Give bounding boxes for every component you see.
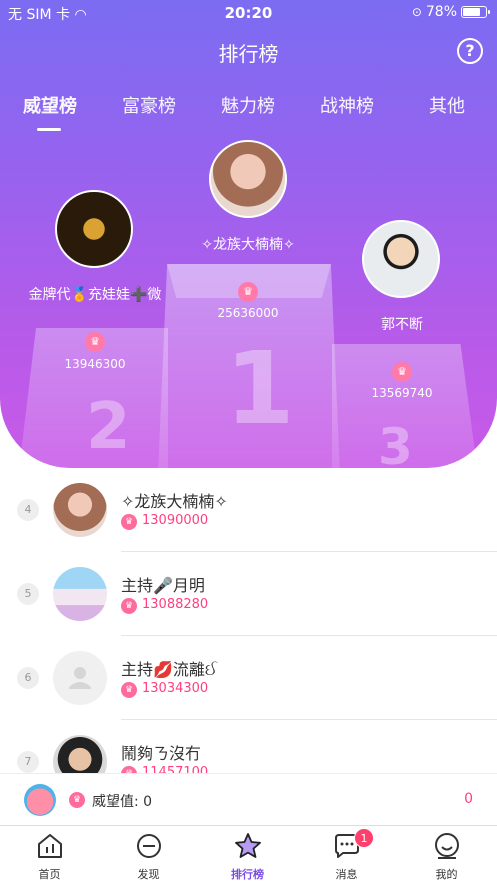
profile-icon — [435, 833, 459, 859]
crown-icon: ♛ — [69, 792, 85, 808]
tab-prestige[interactable]: 威望榜 — [0, 92, 100, 118]
avatar-first[interactable] — [209, 140, 287, 218]
tab-messages[interactable]: 消息 — [297, 826, 396, 883]
rank-number: 6 — [17, 667, 39, 689]
list-item[interactable]: 4 ✧龙族大楠楠✧ ♛ 13090000 — [0, 468, 497, 552]
my-rank: 0 — [464, 791, 473, 807]
user-placeholder-icon — [69, 667, 91, 689]
second-name: 金牌代🏅充娃娃➕微 — [28, 287, 162, 303]
first-score: 25636000 — [217, 306, 279, 320]
third-name: 郭不断 — [381, 317, 423, 333]
avatar-third[interactable] — [362, 220, 440, 298]
tab-home[interactable]: 首页 — [0, 826, 99, 883]
crown-icon: ♛ — [121, 514, 137, 530]
message-badge: 1 — [354, 828, 374, 848]
tab-wealth[interactable]: 富豪榜 — [99, 92, 199, 118]
question-icon[interactable]: ? — [457, 38, 483, 64]
user-name: 鬧夠ㄋ沒冇 — [121, 744, 202, 763]
tab-warrior[interactable]: 战神榜 — [297, 92, 397, 118]
battery-area: ⊙ 78% — [411, 4, 490, 20]
battery-percent: 78% — [425, 4, 457, 20]
status-bar: 无 SIM 卡 ◠ 20:20 ⊙ 78% — [0, 0, 497, 26]
my-ranking-bar: ♛ 威望值: 0 0 — [0, 773, 497, 825]
podium-number-3: 3 — [378, 418, 413, 468]
tab-ranking[interactable]: 排行榜 — [198, 826, 297, 883]
user-score: 13090000 — [142, 513, 209, 528]
rank-number: 5 — [17, 583, 39, 605]
tab-discover[interactable]: 发现 — [99, 826, 198, 883]
podium-number-1: 1 — [225, 330, 295, 447]
second-score: 13946300 — [64, 357, 126, 371]
tab-other[interactable]: 其他 — [397, 92, 497, 118]
avatar-placeholder[interactable] — [53, 651, 107, 705]
user-name: 主持💋流離ઈ — [121, 660, 218, 679]
my-prestige-value: 威望值: 0 — [92, 794, 153, 810]
ranking-tabs: 威望榜 富豪榜 魅力榜 战神榜 其他 — [0, 92, 497, 132]
list-item[interactable]: 5 主持🎤月明 ♛ 13088280 — [0, 552, 497, 636]
tab-me[interactable]: 我的 — [397, 826, 496, 883]
rotation-lock-icon: ⊙ — [411, 5, 422, 19]
rank-number: 7 — [17, 751, 39, 773]
rank-number: 4 — [17, 499, 39, 521]
crown-icon: ♛ — [238, 282, 258, 302]
ranking-list[interactable]: 4 ✧龙族大楠楠✧ ♛ 13090000 5 主持🎤月明 ♛ 13088280 … — [0, 468, 497, 773]
third-score: 13569740 — [371, 386, 433, 400]
user-name: ✧龙族大楠楠✧ — [121, 492, 228, 511]
avatar[interactable] — [53, 483, 107, 537]
avatar-second[interactable] — [55, 190, 133, 268]
battery-icon — [461, 6, 490, 18]
avatar[interactable] — [53, 735, 107, 773]
list-item[interactable]: 7 鬧夠ㄋ沒冇 ♛ 11457100 — [0, 720, 497, 773]
tab-charm[interactable]: 魅力榜 — [198, 92, 298, 118]
crown-icon: ♛ — [85, 332, 105, 352]
star-icon — [235, 833, 261, 858]
avatar[interactable] — [53, 567, 107, 621]
crown-icon: ♛ — [121, 682, 137, 698]
user-score: 13034300 — [142, 681, 209, 696]
user-score: 13088280 — [142, 597, 209, 612]
crown-icon: ♛ — [121, 598, 137, 614]
podium-number-2: 2 — [86, 390, 131, 464]
ranking-header-panel: 无 SIM 卡 ◠ 20:20 ⊙ 78% 排行榜 ? 威望榜 富豪榜 魅力榜 … — [0, 0, 497, 468]
user-name: 主持🎤月明 — [121, 576, 205, 595]
user-score: 11457100 — [142, 765, 209, 773]
list-item[interactable]: 6 主持💋流離ઈ ♛ 13034300 — [0, 636, 497, 720]
chart-home-icon — [38, 834, 62, 858]
bottom-tab-bar: 首页 发现 排行榜 消息 1 我的 — [0, 825, 497, 883]
crown-icon: ♛ — [121, 766, 137, 773]
first-name: ✧龙族大楠楠✧ — [201, 237, 295, 253]
discover-icon — [137, 834, 161, 858]
tab-indicator — [37, 128, 61, 131]
my-avatar[interactable] — [24, 784, 56, 816]
page-title: 排行榜 — [218, 42, 279, 66]
crown-icon: ♛ — [392, 362, 412, 382]
